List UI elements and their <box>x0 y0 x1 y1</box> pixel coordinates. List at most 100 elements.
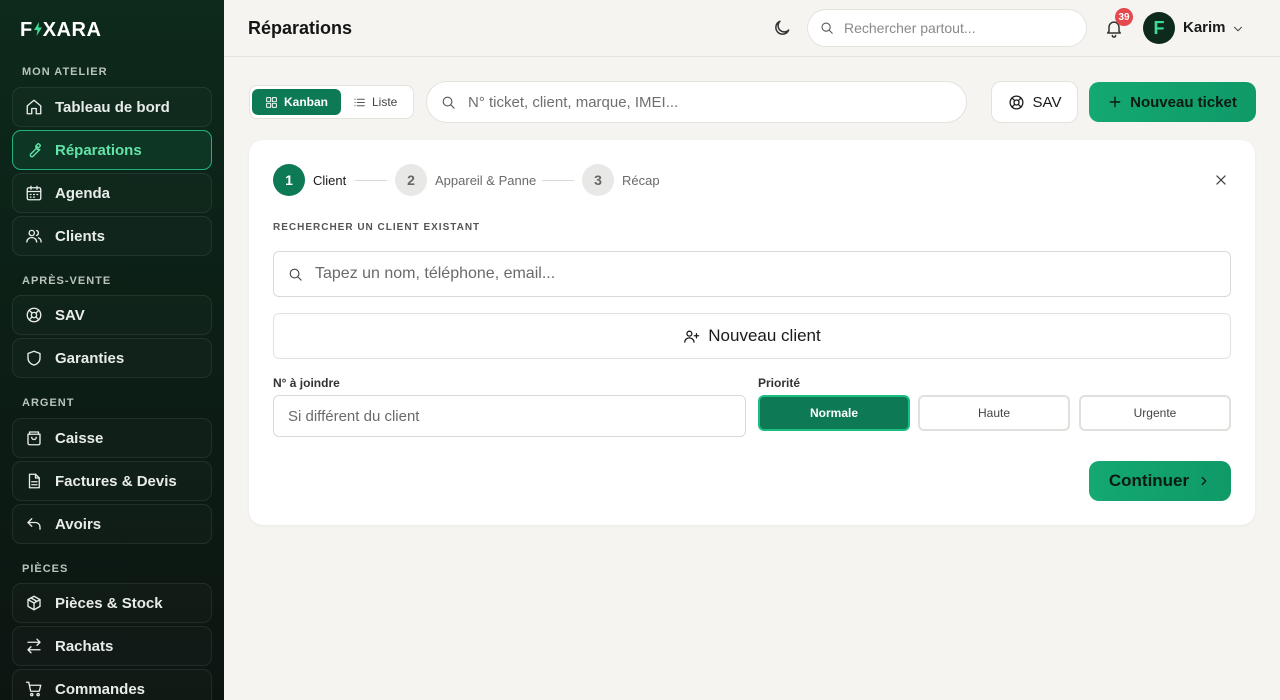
user-name[interactable]: Karim <box>1183 19 1226 36</box>
section-label-pieces: PIÈCES <box>22 563 69 575</box>
sidebar-item-label: Avoirs <box>55 515 102 533</box>
search-icon <box>821 22 833 34</box>
sidebar-item-factures-devis[interactable]: Factures & Devis <box>12 461 212 501</box>
view-liste-label: Liste <box>372 95 398 109</box>
sidebar-item-rachats[interactable]: Rachats <box>12 626 212 666</box>
sidebar-item-caisse[interactable]: Caisse <box>12 418 212 458</box>
sidebar-item-label: Commandes <box>55 680 146 698</box>
step-connector <box>355 180 387 181</box>
swap-icon <box>27 638 41 654</box>
view-toggle: Kanban Liste <box>249 85 414 119</box>
view-liste-button[interactable]: Liste <box>353 89 397 115</box>
undo-icon <box>27 518 41 530</box>
sidebar-item-label: Factures & Devis <box>55 472 177 490</box>
sidebar-item-label: SAV <box>55 306 85 324</box>
new-ticket-label: Nouveau ticket <box>1130 93 1237 111</box>
new-ticket-wizard: 1 Client 2 Appareil & Panne 3 Récap RECH… <box>249 140 1255 525</box>
chevron-right-icon <box>1201 476 1207 486</box>
page-title: Réparations <box>248 18 353 38</box>
sav-button[interactable]: SAV <box>991 81 1078 123</box>
home-icon <box>26 99 42 115</box>
lifebuoy-icon <box>26 307 42 323</box>
step-number: 1 <box>273 164 305 196</box>
user-plus-icon <box>684 330 700 343</box>
continue-label: Continuer <box>1108 471 1190 490</box>
sidebar-item-avoirs[interactable]: Avoirs <box>12 504 212 544</box>
shield-icon <box>27 350 41 366</box>
topbar: Réparations 39 F Karim <box>224 0 1280 57</box>
chevron-down-icon[interactable] <box>1231 22 1245 36</box>
phone-label: N° à joindre <box>273 376 340 390</box>
priority-haute-button[interactable]: Haute <box>918 395 1070 431</box>
grid-icon <box>266 96 277 108</box>
users-icon <box>26 229 42 243</box>
sidebar-item-sav[interactable]: SAV <box>12 295 212 335</box>
wizard-step-client[interactable]: 1 Client <box>273 164 346 196</box>
search-icon <box>442 96 455 109</box>
list-icon <box>354 98 365 106</box>
calendar-icon <box>26 185 42 201</box>
sav-button-label: SAV <box>1032 93 1062 111</box>
section-label-apres-vente: APRÈS-VENTE <box>22 275 112 287</box>
continue-button[interactable]: Continuer <box>1089 461 1231 501</box>
global-search[interactable] <box>807 9 1087 47</box>
cart-icon <box>25 681 42 697</box>
ticket-search[interactable] <box>426 81 967 123</box>
register-icon <box>27 431 41 446</box>
sidebar-item-tableau-de-bord[interactable]: Tableau de bord <box>12 87 212 127</box>
sidebar-item-commandes[interactable]: Commandes <box>12 669 212 700</box>
sidebar-item-reparations[interactable]: Réparations <box>12 130 212 170</box>
lifebuoy-icon <box>1009 94 1024 110</box>
document-icon <box>28 473 40 489</box>
close-icon[interactable] <box>1214 173 1228 187</box>
priority-normale-button[interactable]: Normale <box>758 395 910 431</box>
search-client-label: RECHERCHER UN CLIENT EXISTANT <box>273 222 481 233</box>
search-icon <box>289 268 302 281</box>
client-search-field[interactable] <box>273 251 1231 297</box>
step-label: Appareil & Panne <box>435 172 537 188</box>
section-label-mon-atelier: MON ATELIER <box>22 66 108 78</box>
wrench-icon <box>29 142 42 158</box>
view-kanban-label: Kanban <box>283 95 328 109</box>
moon-icon[interactable] <box>772 18 792 38</box>
global-search-input[interactable] <box>844 20 1064 36</box>
sidebar-item-label: Clients <box>55 227 106 245</box>
step-connector <box>542 180 574 181</box>
avatar[interactable]: F <box>1143 12 1175 44</box>
step-number: 3 <box>582 164 614 196</box>
new-client-button[interactable]: Nouveau client <box>273 313 1231 359</box>
sidebar-item-label: Agenda <box>55 184 111 202</box>
sidebar-item-label: Rachats <box>55 637 114 655</box>
plus-icon <box>1109 96 1121 108</box>
new-ticket-button[interactable]: Nouveau ticket <box>1089 82 1256 122</box>
sidebar-item-label: Caisse <box>55 429 104 447</box>
app-logo[interactable]: F XARA <box>20 19 101 42</box>
step-number: 2 <box>395 164 427 196</box>
sidebar-item-clients[interactable]: Clients <box>12 216 212 256</box>
view-kanban-button[interactable]: Kanban <box>252 89 341 115</box>
section-label-argent: ARGENT <box>22 397 75 409</box>
logo-letter: F <box>20 19 33 41</box>
wizard-step-recap[interactable]: 3 Récap <box>582 164 660 196</box>
sidebar-item-agenda[interactable]: Agenda <box>12 173 212 213</box>
lightning-icon <box>33 22 42 39</box>
ticket-search-input[interactable] <box>468 93 948 111</box>
phone-input[interactable] <box>273 395 746 437</box>
sidebar-item-label: Pièces & Stock <box>55 594 163 612</box>
priority-urgente-button[interactable]: Urgente <box>1079 395 1231 431</box>
step-label: Récap <box>622 172 660 188</box>
sidebar-item-garanties[interactable]: Garanties <box>12 338 212 378</box>
logo-wordmark: XARA <box>42 19 102 41</box>
sidebar-item-pieces-stock[interactable]: Pièces & Stock <box>12 583 212 623</box>
sidebar-item-label: Réparations <box>55 141 142 159</box>
sidebar-item-label: Garanties <box>55 349 125 367</box>
package-icon <box>27 595 41 611</box>
sidebar: F XARA MON ATELIER Tableau de bord Répar… <box>0 0 224 700</box>
client-search-input[interactable] <box>315 265 1195 283</box>
sidebar-item-label: Tableau de bord <box>55 98 170 116</box>
wizard-step-appareil[interactable]: 2 Appareil & Panne <box>395 164 536 196</box>
new-client-label: Nouveau client <box>708 326 821 345</box>
notification-badge: 39 <box>1115 8 1133 26</box>
step-label: Client <box>313 172 347 188</box>
priority-label: Priorité <box>758 376 801 390</box>
